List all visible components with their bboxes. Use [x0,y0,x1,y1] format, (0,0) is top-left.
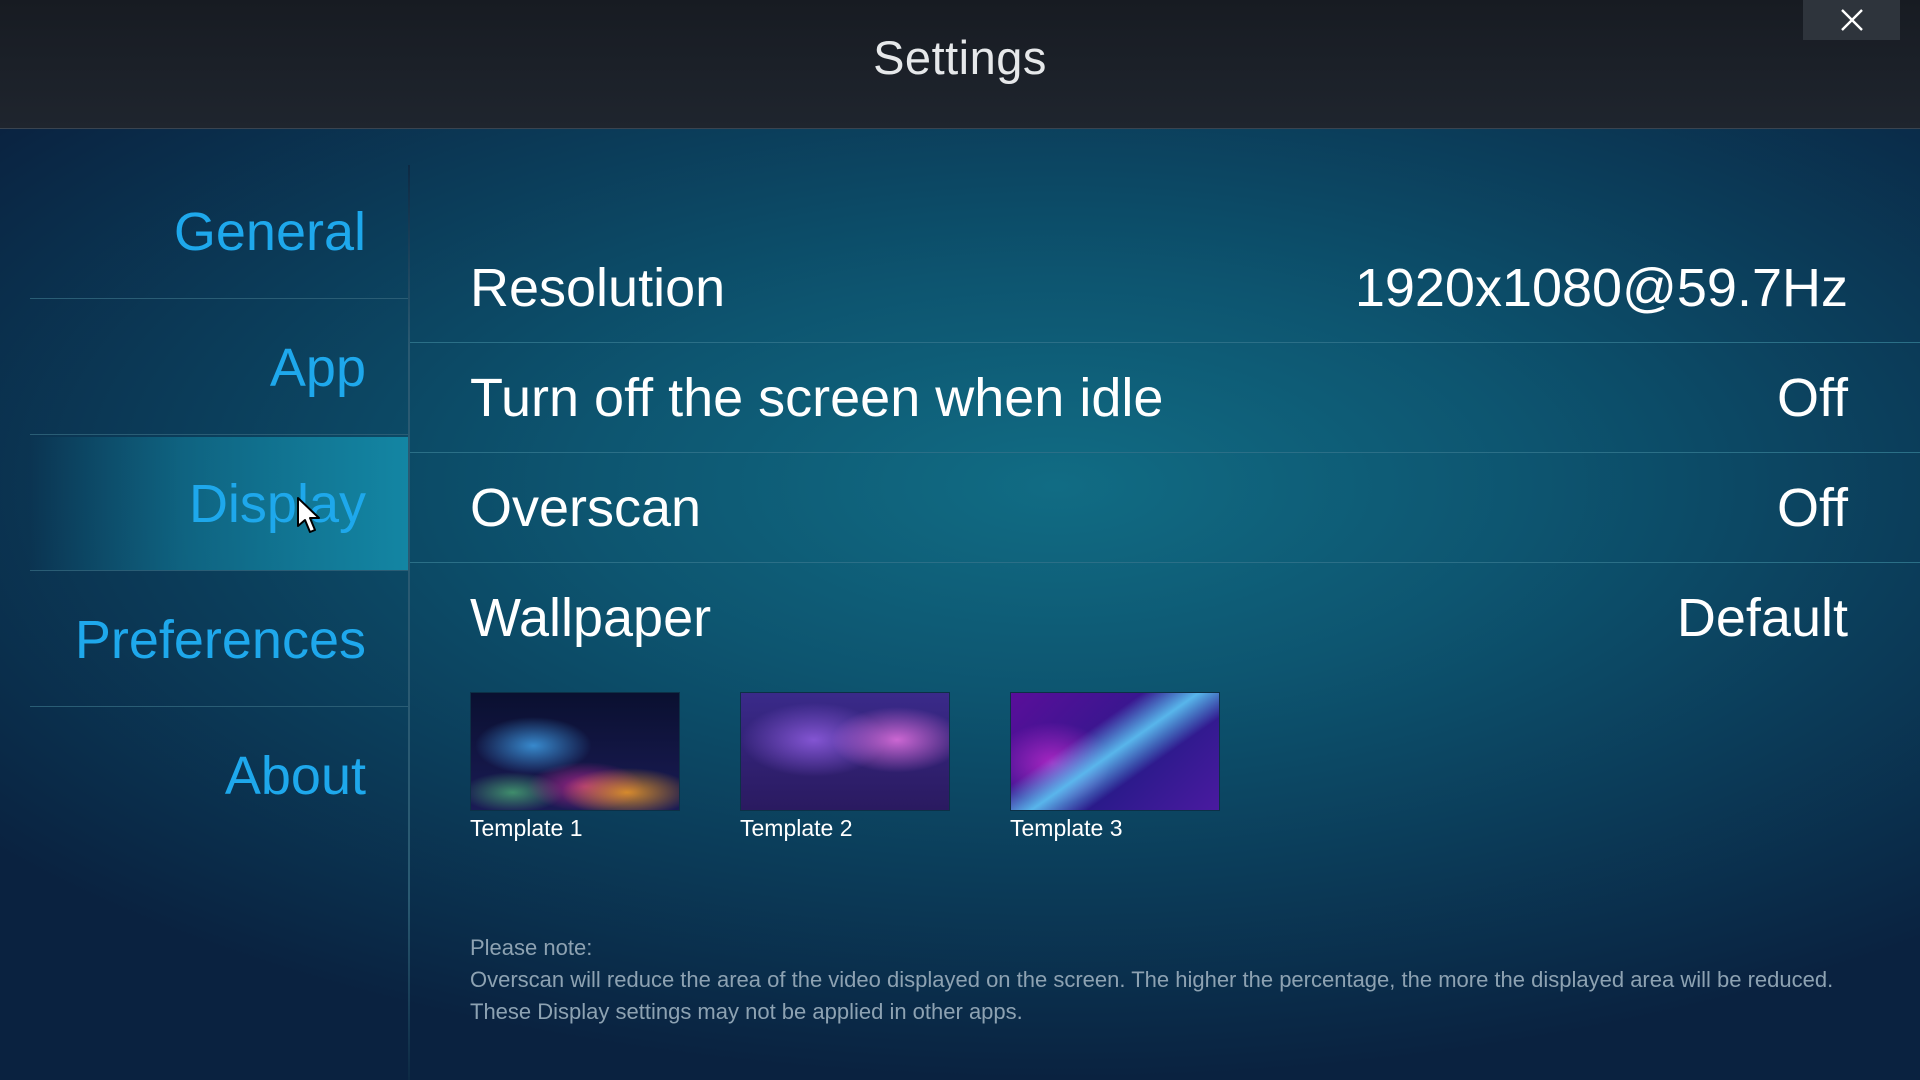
wallpaper-thumbnail [1010,692,1220,811]
close-button[interactable] [1803,0,1900,40]
sidebar-item-display[interactable]: Display [30,437,408,571]
wallpaper-template-1[interactable]: Template 1 [470,692,680,842]
sidebar-item-about[interactable]: About [30,709,408,843]
display-note: Please note: Overscan will reduce the ar… [470,932,1870,1028]
sidebar: General App Display Preferences About [0,165,408,1080]
title-bar: Settings [0,0,1920,129]
screen-idle-row[interactable]: Turn off the screen when idle Off [410,343,1920,453]
note-line-overscan: Overscan will reduce the area of the vid… [470,967,1834,992]
wallpaper-thumbnail [740,692,950,811]
wallpaper-thumbnail [470,692,680,811]
note-heading: Please note: [470,935,593,960]
wallpaper-value: Default [1676,588,1848,648]
resolution-row[interactable]: Resolution 1920x1080@59.7Hz [410,233,1920,343]
page-title: Settings [873,31,1047,84]
wallpaper-row[interactable]: Wallpaper Default [410,563,1920,673]
sidebar-item-general[interactable]: General [30,165,408,299]
sidebar-item-preferences[interactable]: Preferences [30,573,408,707]
close-icon [1840,9,1863,31]
overscan-label: Overscan [470,478,702,538]
wallpaper-template-2[interactable]: Template 2 [740,692,950,842]
note-line-apps: These Display settings may not be applie… [470,999,1023,1024]
wallpaper-template-label: Template 1 [470,815,583,841]
resolution-label: Resolution [470,258,726,318]
wallpaper-template-3[interactable]: Template 3 [1010,692,1220,842]
resolution-value: 1920x1080@59.7Hz [1354,258,1848,318]
screen-idle-value: Off [1776,368,1848,428]
wallpaper-template-label: Template 2 [740,815,853,841]
sidebar-item-app[interactable]: App [30,301,408,435]
overscan-row[interactable]: Overscan Off [410,453,1920,563]
wallpaper-template-label: Template 3 [1010,815,1123,841]
screen-idle-label: Turn off the screen when idle [470,368,1164,428]
overscan-value: Off [1776,478,1848,538]
wallpaper-label: Wallpaper [470,588,712,648]
